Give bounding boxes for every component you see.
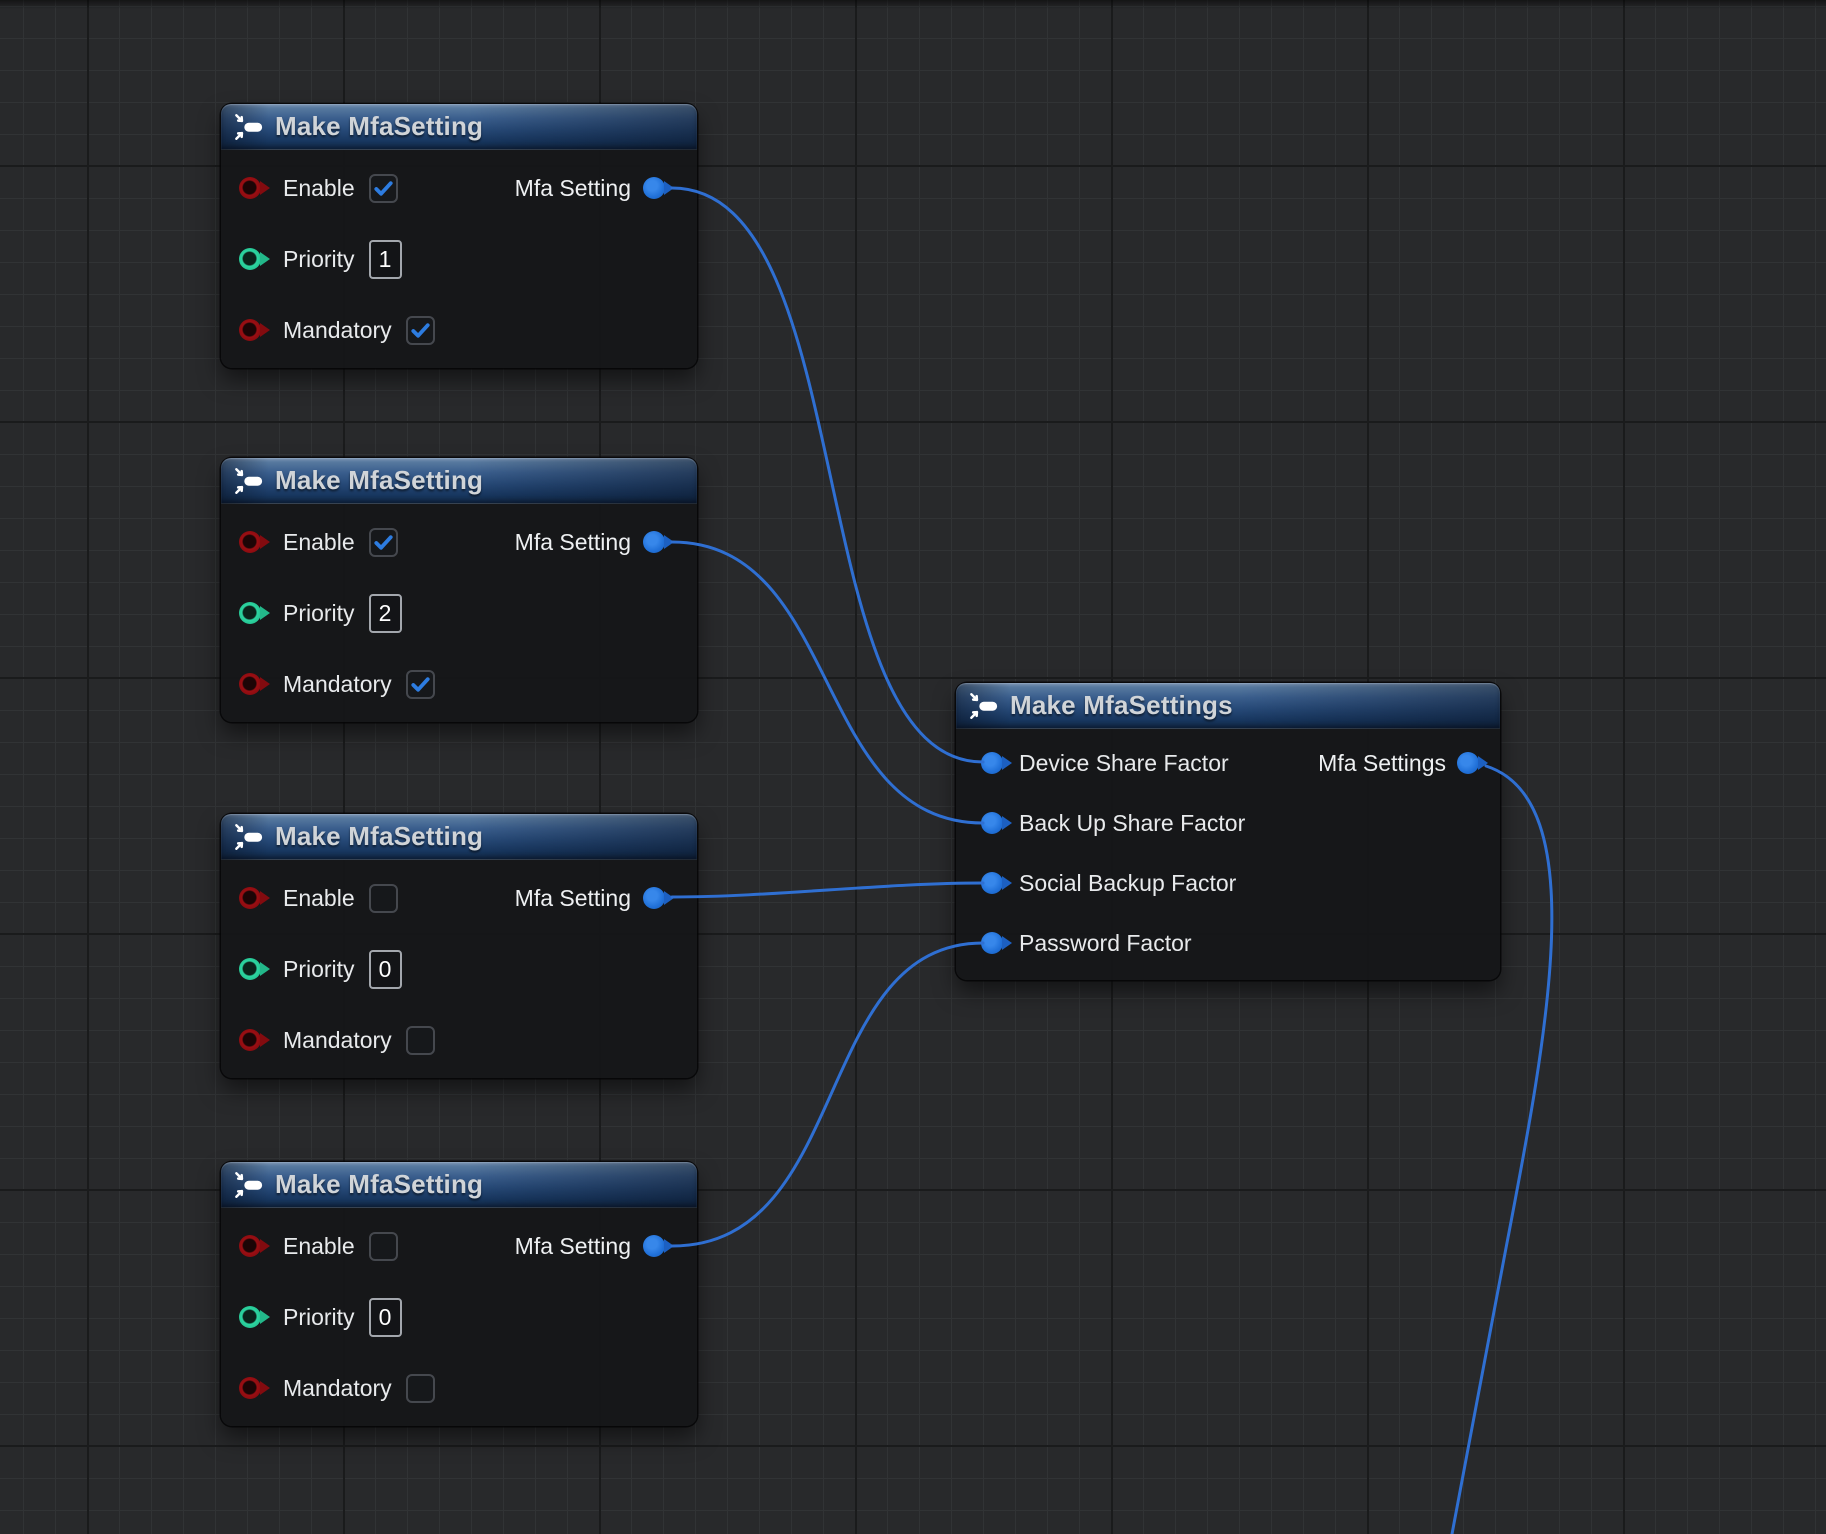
bool-input-pin[interactable]: [239, 887, 261, 909]
priority-input[interactable]: 1: [369, 240, 402, 279]
pin-row-priority: Priority 2: [239, 591, 402, 635]
node-title: Make MfaSetting: [275, 465, 483, 496]
int-input-pin[interactable]: [239, 248, 261, 270]
mandatory-checkbox[interactable]: [406, 1026, 435, 1055]
node-make-mfasetting-3[interactable]: Make MfaSetting Enable Priority 0 Mandat…: [221, 814, 697, 1078]
node-title: Make MfaSetting: [275, 1169, 483, 1200]
priority-input[interactable]: 2: [369, 594, 402, 633]
make-struct-icon: [234, 1170, 264, 1200]
pin-row-mandatory: Mandatory: [239, 1366, 435, 1410]
pin-label: Enable: [283, 885, 355, 912]
pin-row-backup-share-factor: Back Up Share Factor: [981, 801, 1245, 845]
pin-row-social-backup-factor: Social Backup Factor: [981, 861, 1236, 905]
pin-label: Mandatory: [283, 671, 392, 698]
bool-input-pin[interactable]: [239, 1235, 261, 1257]
output-pin-label: Mfa Setting: [515, 1224, 631, 1268]
node-make-mfasetting-4[interactable]: Make MfaSetting Enable Priority 0 Mandat…: [221, 1162, 697, 1426]
int-input-pin[interactable]: [239, 1306, 261, 1328]
struct-output-pin[interactable]: [643, 1235, 665, 1257]
check-icon: [372, 531, 395, 554]
int-input-pin[interactable]: [239, 958, 261, 980]
node-header[interactable]: Make MfaSetting: [221, 1162, 697, 1208]
make-struct-icon: [234, 112, 264, 142]
make-struct-icon: [969, 691, 999, 721]
pin-label: Enable: [283, 1233, 355, 1260]
wire-node2-to-backup-share-factor[interactable]: [672, 542, 983, 823]
pin-row-enable: Enable: [239, 166, 398, 210]
wire-node3-to-social-backup-factor[interactable]: [672, 883, 983, 897]
bool-input-pin[interactable]: [239, 1377, 261, 1399]
mandatory-checkbox[interactable]: [406, 1374, 435, 1403]
enable-checkbox[interactable]: [369, 174, 398, 203]
pin-label: Priority: [283, 956, 355, 983]
pin-label: Priority: [283, 1304, 355, 1331]
node-title: Make MfaSettings: [1010, 690, 1233, 721]
bool-input-pin[interactable]: [239, 177, 261, 199]
node-header[interactable]: Make MfaSettings: [956, 683, 1500, 729]
node-title: Make MfaSetting: [275, 821, 483, 852]
pin-row-enable: Enable: [239, 520, 398, 564]
top-shadow: [0, 0, 1826, 9]
pin-label: Back Up Share Factor: [1019, 810, 1245, 837]
bool-input-pin[interactable]: [239, 531, 261, 553]
pin-row-priority: Priority 1: [239, 237, 402, 281]
output-pin-label: Mfa Settings: [1318, 741, 1446, 785]
node-header[interactable]: Make MfaSetting: [221, 458, 697, 504]
node-make-mfasettings[interactable]: Make MfaSettings Device Share Factor Bac…: [956, 683, 1500, 980]
check-icon: [409, 319, 432, 342]
pin-row-password-factor: Password Factor: [981, 921, 1192, 965]
check-icon: [372, 177, 395, 200]
bool-input-pin[interactable]: [239, 673, 261, 695]
pin-row-enable: Enable: [239, 876, 398, 920]
enable-checkbox[interactable]: [369, 528, 398, 557]
wire-node4-to-password-factor[interactable]: [672, 943, 983, 1246]
pin-label: Social Backup Factor: [1019, 870, 1236, 897]
node-make-mfasetting-1[interactable]: Make MfaSetting Enable Priority 1 Mandat…: [221, 104, 697, 368]
check-icon: [409, 673, 432, 696]
int-input-pin[interactable]: [239, 602, 261, 624]
output-pin-label: Mfa Setting: [515, 520, 631, 564]
node-make-mfasetting-2[interactable]: Make MfaSetting Enable Priority 2 Mandat…: [221, 458, 697, 722]
mandatory-checkbox[interactable]: [406, 670, 435, 699]
pin-label: Priority: [283, 600, 355, 627]
pin-row-mandatory: Mandatory: [239, 1018, 435, 1062]
struct-output-pin[interactable]: [1457, 752, 1479, 774]
mandatory-checkbox[interactable]: [406, 316, 435, 345]
struct-output-pin[interactable]: [643, 887, 665, 909]
pin-label: Password Factor: [1019, 930, 1192, 957]
make-struct-icon: [234, 822, 264, 852]
pin-label: Device Share Factor: [1019, 750, 1229, 777]
struct-output-pin[interactable]: [643, 531, 665, 553]
bool-input-pin[interactable]: [239, 1029, 261, 1051]
pin-label: Priority: [283, 246, 355, 273]
blueprint-graph-canvas[interactable]: Make MfaSetting Enable Priority 1 Mandat…: [0, 0, 1826, 1534]
pin-label: Mandatory: [283, 1027, 392, 1054]
pin-row-enable: Enable: [239, 1224, 398, 1268]
node-title: Make MfaSetting: [275, 111, 483, 142]
struct-output-pin[interactable]: [643, 177, 665, 199]
node-header[interactable]: Make MfaSetting: [221, 104, 697, 150]
pin-label: Enable: [283, 175, 355, 202]
pin-row-priority: Priority 0: [239, 947, 402, 991]
pin-label: Mandatory: [283, 317, 392, 344]
pin-row-device-share-factor: Device Share Factor: [981, 741, 1229, 785]
struct-input-pin[interactable]: [981, 752, 1003, 774]
pin-row-mandatory: Mandatory: [239, 662, 435, 706]
pin-row-mandatory: Mandatory: [239, 308, 435, 352]
pin-label: Enable: [283, 529, 355, 556]
output-pin-label: Mfa Setting: [515, 166, 631, 210]
priority-input[interactable]: 0: [369, 1298, 402, 1337]
pin-row-priority: Priority 0: [239, 1295, 402, 1339]
wire-node1-to-device-share-factor[interactable]: [672, 188, 983, 762]
priority-input[interactable]: 0: [369, 950, 402, 989]
make-struct-icon: [234, 466, 264, 496]
enable-checkbox[interactable]: [369, 1232, 398, 1261]
node-header[interactable]: Make MfaSetting: [221, 814, 697, 860]
bool-input-pin[interactable]: [239, 319, 261, 341]
pin-label: Mandatory: [283, 1375, 392, 1402]
enable-checkbox[interactable]: [369, 884, 398, 913]
output-pin-label: Mfa Setting: [515, 876, 631, 920]
